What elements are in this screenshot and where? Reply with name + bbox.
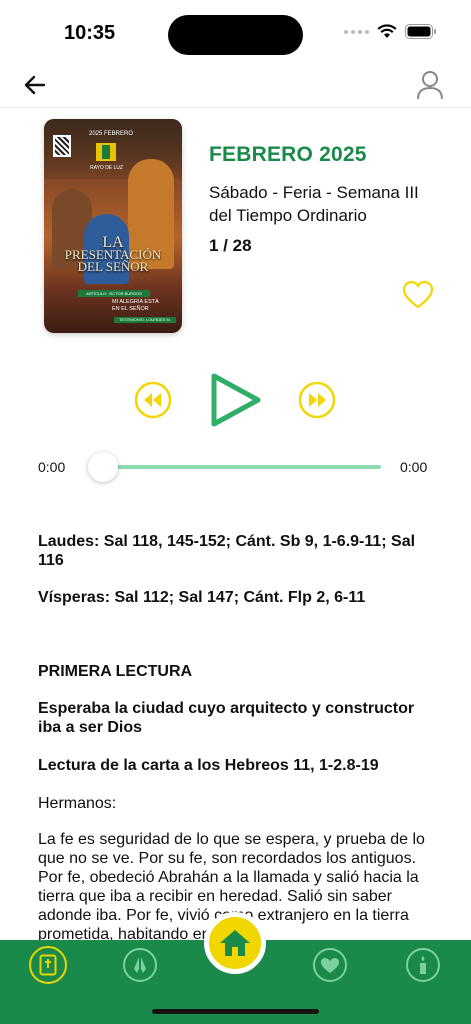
nav-bar: [0, 62, 471, 108]
dynamic-island: [168, 15, 303, 55]
profile-button[interactable]: [413, 68, 447, 102]
tab-favorites[interactable]: [311, 946, 349, 984]
play-icon: [211, 373, 261, 427]
battery-icon: [405, 24, 436, 39]
fast-forward-icon: [298, 381, 336, 419]
status-icons: [344, 24, 437, 39]
tab-candle[interactable]: [404, 946, 442, 984]
home-indicator: [152, 1009, 319, 1014]
cover-author: ARTÍCULO: VÍCTOR BURGOS: [78, 290, 150, 297]
cover-tag: TESTIMONIO: LOURDES M.: [114, 317, 176, 323]
tab-prayer[interactable]: [121, 946, 159, 984]
issue-month: FEBRERO 2025: [209, 143, 367, 166]
brand-logo: [96, 143, 116, 161]
liturgy-day: Sábado - Feria - Semana III del Tiempo O…: [209, 183, 419, 225]
total-time: 0:00: [400, 459, 428, 475]
home-button[interactable]: [204, 912, 266, 974]
progress-thumb[interactable]: [88, 452, 118, 482]
laudes-text: Laudes: Sal 118, 145-152; Cánt. Sb 9, 1-…: [38, 533, 416, 569]
back-button[interactable]: [20, 70, 50, 100]
page-count: 1 / 28: [209, 236, 252, 255]
section-heading: PRIMERA LECTURA: [38, 663, 193, 680]
reading-greeting: Hermanos:: [38, 795, 117, 812]
visperas-text: Vísperas: Sal 112; Sal 147; Cánt. Flp 2,…: [38, 589, 366, 606]
arrow-left-icon: [24, 75, 46, 95]
status-bar: 10:35: [0, 0, 471, 62]
issue-info: FEBRERO 2025 Sábado - Feria - Semana III…: [209, 143, 449, 256]
tab-bible[interactable]: [29, 946, 67, 984]
cover-brand: RAYO DE LUZ: [90, 165, 123, 171]
favorite-button[interactable]: [402, 280, 434, 310]
player-controls: [0, 366, 471, 436]
play-button[interactable]: [208, 370, 264, 430]
bible-icon: [39, 954, 57, 976]
rewind-icon: [134, 381, 172, 419]
audio-progress: 0:00 0:00: [0, 450, 471, 484]
qr-code: [53, 135, 71, 157]
heart-outline-icon: [402, 280, 434, 309]
magazine-cover[interactable]: 2025 FEBRERO RAYO DE LUZ LA PRESENTACIÓN…: [44, 119, 182, 333]
reading-title: Esperaba la ciudad cuyo arquitecto y con…: [38, 700, 415, 736]
forward-button[interactable]: [298, 381, 336, 419]
current-time: 0:00: [38, 459, 66, 475]
user-icon: [417, 71, 443, 100]
reading-citation: Lectura de la carta a los Hebreos 11, 1-…: [38, 757, 379, 774]
candle-icon: [406, 948, 440, 982]
signal-icon: [344, 29, 369, 34]
cover-tagline: MI ALEGRÍA ESTÁ EN EL SEÑOR: [112, 299, 159, 312]
status-time: 10:35: [64, 22, 116, 44]
home-icon: [220, 930, 250, 956]
cover-title: LA PRESENTACIÓN DEL SEÑOR: [64, 234, 162, 274]
rewind-button[interactable]: [134, 381, 172, 419]
heart-icon: [313, 948, 347, 982]
prayer-hands-icon: [123, 948, 157, 982]
cover-date: 2025 FEBRERO: [89, 131, 134, 137]
wifi-icon: [377, 24, 397, 38]
progress-track[interactable]: [104, 465, 381, 469]
